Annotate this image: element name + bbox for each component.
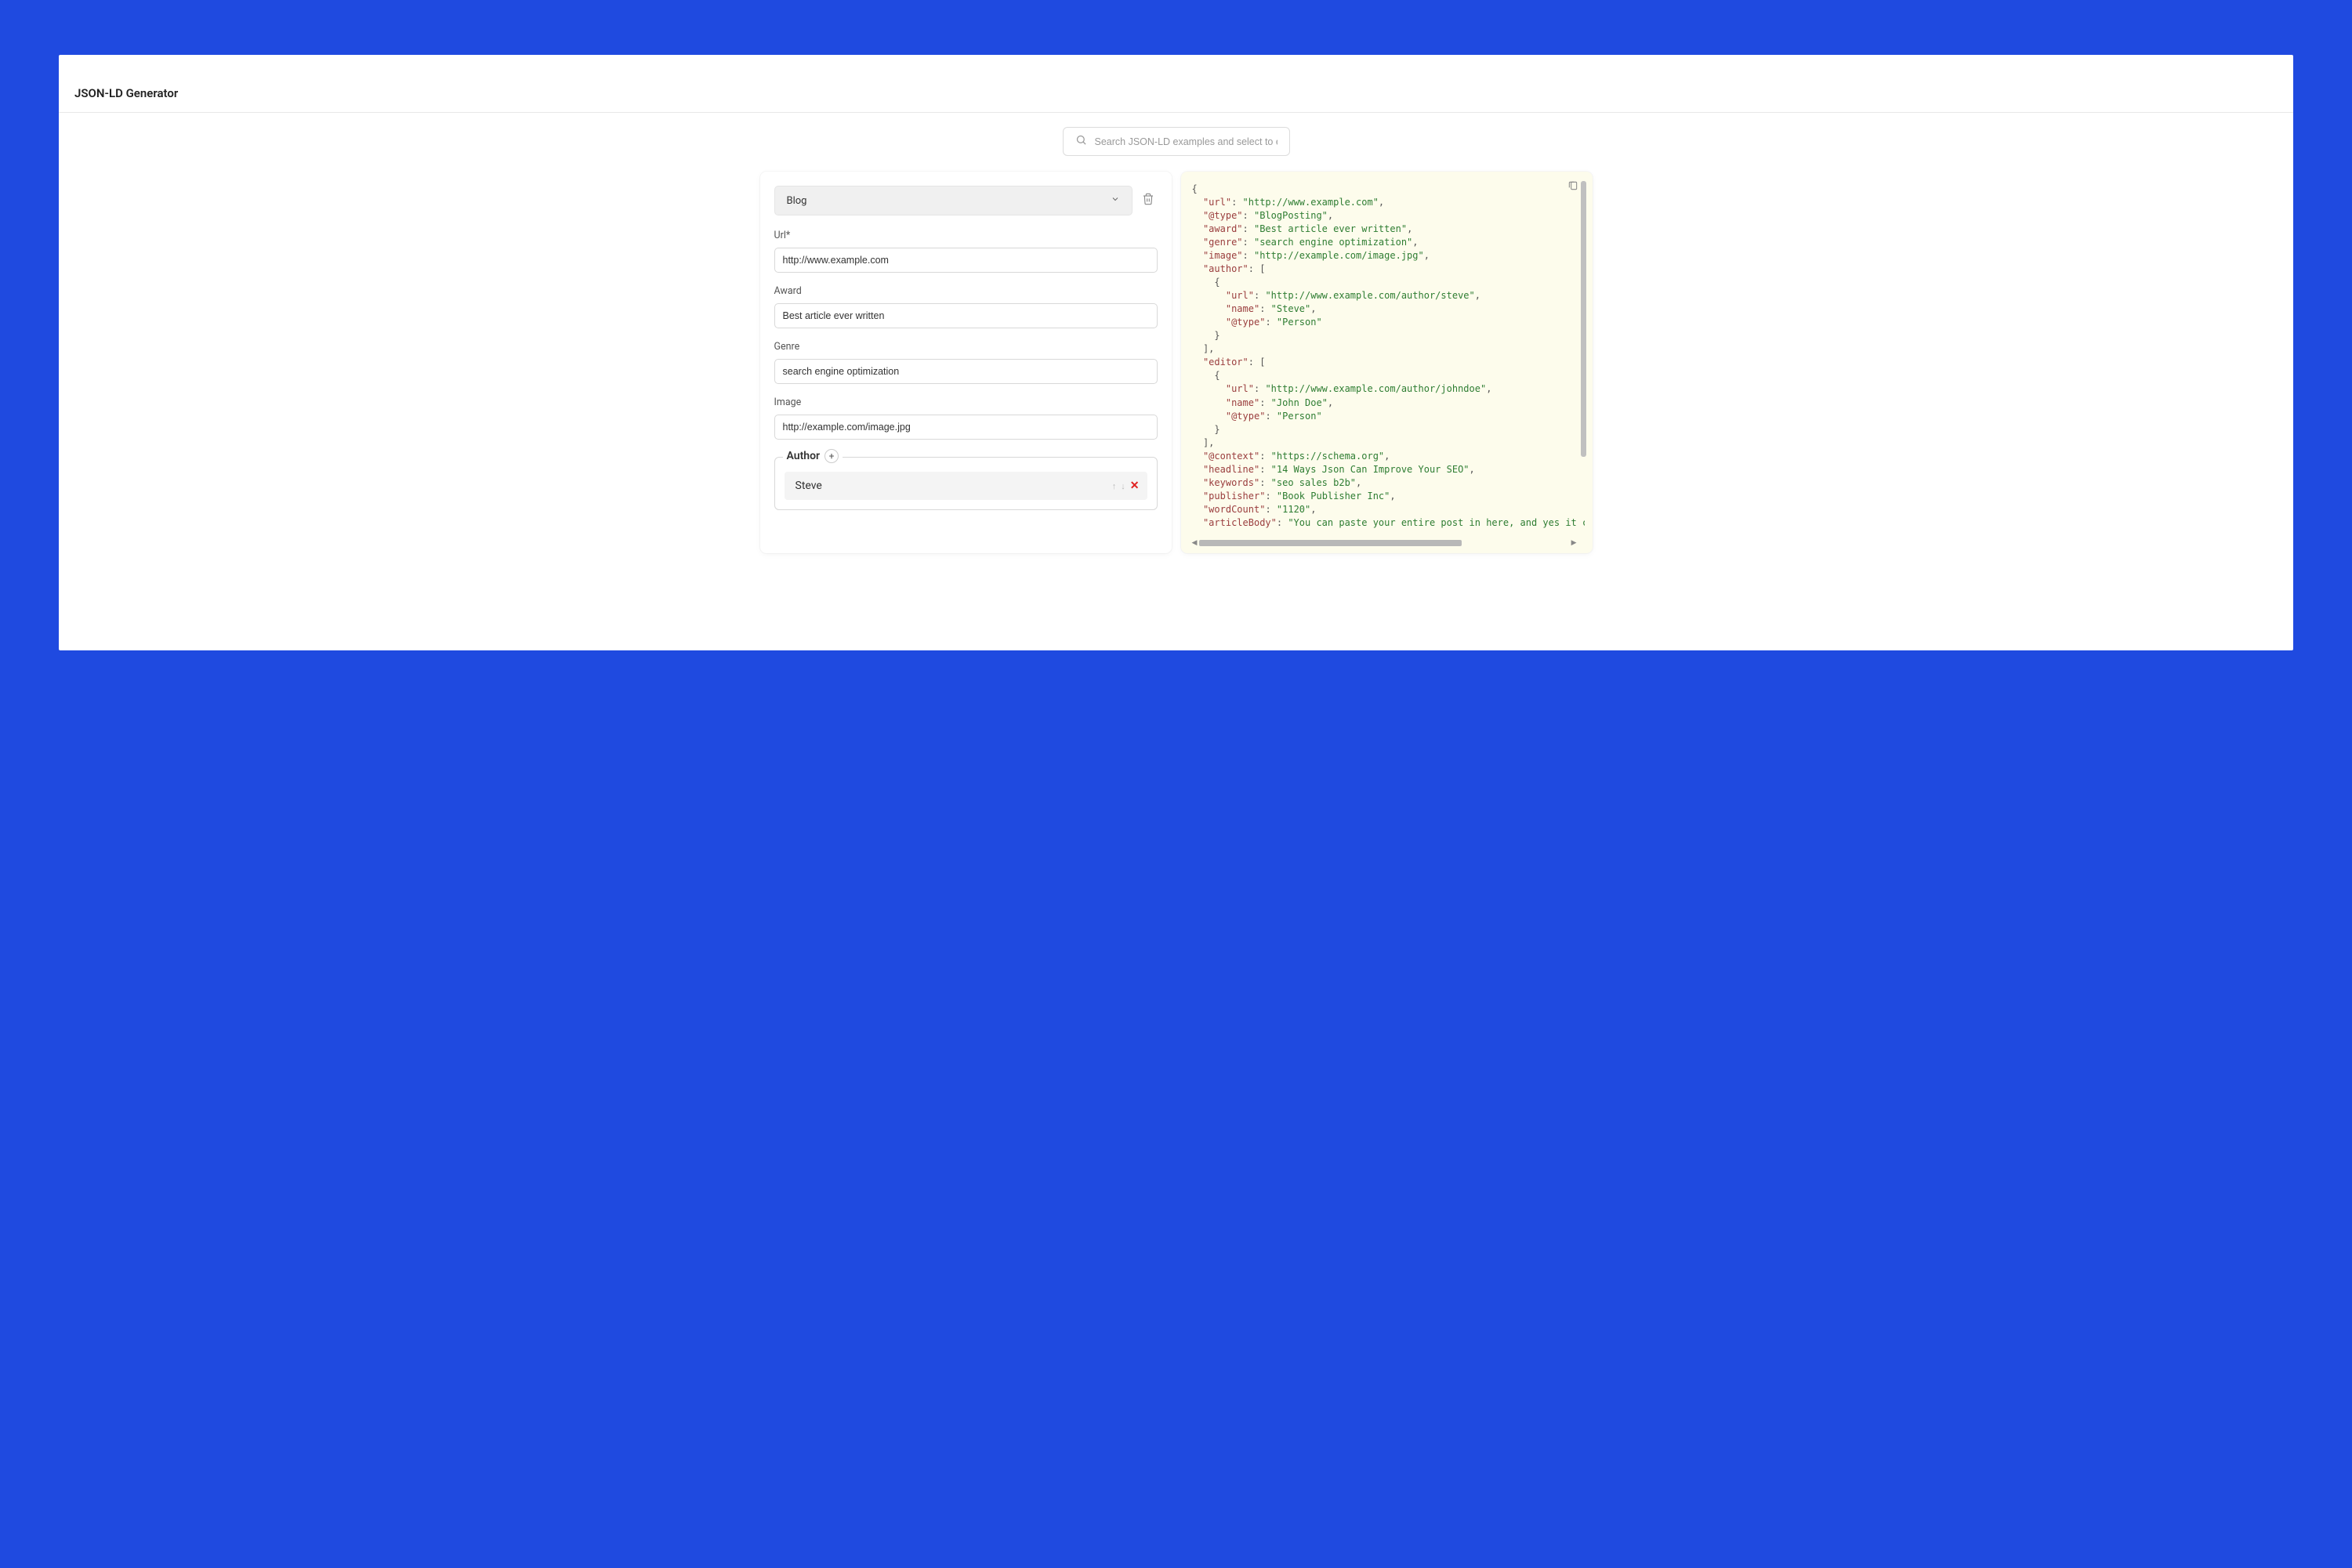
horizontal-scrollbar-thumb[interactable] <box>1199 540 1462 546</box>
award-label: Award <box>774 285 1158 297</box>
horizontal-scrollbar[interactable]: ◀ ▶ <box>1192 539 1577 547</box>
app-window: JSON-LD Generator Blog <box>59 55 2293 650</box>
type-select[interactable]: Blog <box>774 186 1133 215</box>
page-title: JSON-LD Generator <box>74 86 2278 100</box>
code-panel: { "url": "http://www.example.com", "@typ… <box>1181 172 1593 553</box>
search-input[interactable] <box>1095 136 1277 147</box>
image-label: Image <box>774 397 1158 408</box>
type-select-row: Blog <box>774 186 1158 215</box>
type-select-value: Blog <box>787 195 807 207</box>
form-panel: Blog Url* Award Genre <box>760 172 1172 553</box>
author-legend: Author + <box>783 449 843 463</box>
author-legend-label: Author <box>787 450 821 462</box>
award-field: Award <box>774 285 1158 328</box>
scroll-left-icon[interactable]: ◀ <box>1192 539 1198 547</box>
content-area: Blog Url* Award Genre <box>59 172 2293 553</box>
horizontal-scrollbar-track[interactable] <box>1199 540 1568 546</box>
search-box[interactable] <box>1063 127 1290 156</box>
header: JSON-LD Generator <box>59 55 2293 113</box>
image-field: Image <box>774 397 1158 440</box>
search-area <box>59 113 2293 172</box>
author-name: Steve <box>795 480 822 492</box>
url-field: Url* <box>774 230 1158 273</box>
author-controls: ↑ ↓ ✕ <box>1112 480 1140 492</box>
clipboard-icon[interactable] <box>1567 179 1578 194</box>
genre-input[interactable] <box>774 359 1158 384</box>
author-item[interactable]: Steve ↑ ↓ ✕ <box>785 472 1147 500</box>
add-author-button[interactable]: + <box>824 449 839 463</box>
arrow-up-icon[interactable]: ↑ <box>1112 481 1117 491</box>
vertical-scrollbar-thumb[interactable] <box>1581 181 1586 457</box>
chevron-down-icon <box>1111 194 1120 207</box>
image-input[interactable] <box>774 415 1158 440</box>
author-section: Author + Steve ↑ ↓ ✕ <box>774 457 1158 510</box>
award-input[interactable] <box>774 303 1158 328</box>
arrow-down-icon[interactable]: ↓ <box>1121 481 1125 491</box>
trash-icon[interactable] <box>1139 190 1158 212</box>
scroll-right-icon[interactable]: ▶ <box>1571 539 1577 547</box>
code-output: { "url": "http://www.example.com", "@typ… <box>1192 183 1585 545</box>
vertical-scrollbar[interactable] <box>1581 181 1586 534</box>
genre-field: Genre <box>774 341 1158 384</box>
remove-icon[interactable]: ✕ <box>1130 480 1140 492</box>
url-label: Url* <box>774 230 1158 241</box>
genre-label: Genre <box>774 341 1158 353</box>
url-input[interactable] <box>774 248 1158 273</box>
search-icon <box>1075 134 1087 149</box>
